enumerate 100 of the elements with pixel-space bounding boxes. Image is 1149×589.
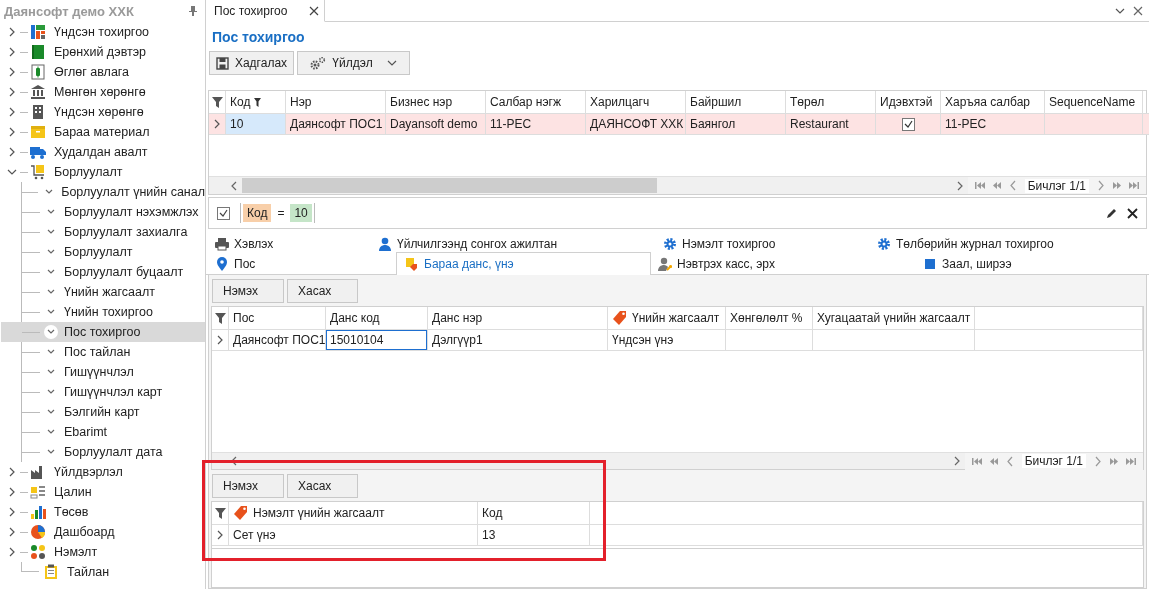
tab[interactable]: Заал, ширээ [916, 253, 1019, 274]
column-header[interactable]: Данс нэр [428, 307, 608, 330]
column-header[interactable]: Нэмэлт үнийн жагсаалт [229, 502, 478, 525]
table-cell: 13 [478, 525, 590, 546]
table-cell: Сет үнэ [229, 525, 478, 546]
expand-icon[interactable] [8, 147, 16, 157]
chevron-down-icon [47, 389, 55, 395]
tab[interactable]: Бараа данс, үнэ [396, 252, 651, 275]
chevron-down-icon [47, 429, 55, 435]
tree-item[interactable]: Мөнгөн хөрөнгө [0, 82, 205, 102]
expand-icon[interactable] [8, 107, 16, 117]
action-button[interactable]: Нэмэх [212, 279, 284, 303]
tree-item[interactable]: Борлуулалт [0, 162, 205, 182]
table-cell: Үндсэн үнэ [608, 330, 726, 351]
expand-icon[interactable] [8, 87, 16, 97]
document-tab[interactable]: Пос тохиргоо [206, 0, 326, 22]
tab[interactable]: Хэвлэх [208, 233, 371, 254]
scrollbar-thumb[interactable] [242, 178, 657, 193]
next-page-icon[interactable] [1112, 180, 1123, 191]
tree-item[interactable]: Нэмэлт [0, 542, 205, 562]
dropdown-icon[interactable] [1115, 6, 1125, 15]
tree-item[interactable]: Дашбоард [0, 522, 205, 542]
close-icon[interactable] [309, 5, 320, 16]
previous-page-icon[interactable] [990, 180, 1002, 191]
chevron-down-icon [47, 349, 55, 355]
previous-page-icon[interactable] [987, 455, 999, 467]
column-header[interactable]: Үнийн жагсаалт [608, 307, 726, 330]
checkbox[interactable] [901, 117, 915, 131]
input-field[interactable]: 15010104 [326, 330, 428, 351]
action-button[interactable]: Нэмэх [212, 474, 284, 498]
next-page-icon[interactable] [1109, 455, 1120, 467]
tree-item[interactable]: Борлуулалт захиалга [22, 222, 205, 242]
actions-menu-button[interactable]: Үйлдэл [297, 51, 410, 75]
tree-item[interactable]: Пос тохиргоо [1, 322, 205, 342]
save-button[interactable]: Хадгалах [209, 51, 294, 75]
edit-icon[interactable] [1106, 207, 1117, 219]
tree-item[interactable]: Бэлгийн карт [22, 402, 205, 422]
tree-item[interactable]: Төсөв [0, 502, 205, 522]
tree-item[interactable]: Ebarimt [22, 422, 205, 442]
tab[interactable]: Үйлчилгээнд сонгох ажилтан [371, 233, 656, 254]
tree-item[interactable]: Үндсэн тохиргоо [0, 22, 205, 42]
tree-item[interactable]: Ерөнхий дэвтэр [0, 42, 205, 62]
gears-icon [310, 56, 327, 70]
close-icon[interactable] [1127, 207, 1138, 219]
filter-field[interactable]: Код [243, 204, 272, 222]
tree-item[interactable]: Үнийн жагсаалт [22, 282, 205, 302]
tree-item[interactable]: Борлуулалт дата [22, 442, 205, 462]
tree-item[interactable]: Бараа материал [0, 122, 205, 142]
filter-checkbox[interactable] [217, 206, 230, 220]
tag-icon [612, 310, 628, 326]
expand-icon[interactable] [8, 67, 16, 77]
expand-icon[interactable] [8, 47, 16, 57]
tree-item[interactable]: Гишүүнчлэл карт [22, 382, 205, 402]
action-button[interactable]: Хасах [287, 279, 358, 303]
tree-item[interactable]: Өглөг авлага [0, 62, 205, 82]
row-indicator[interactable] [212, 525, 229, 546]
tree-item[interactable]: Гишүүнчлэл [22, 362, 205, 382]
tab[interactable]: Нэвтрэх касс, эрх [651, 253, 916, 274]
first-page-icon[interactable] [973, 180, 985, 191]
row-indicator[interactable] [209, 114, 226, 135]
expand-icon[interactable] [8, 467, 16, 477]
tree-item[interactable]: Пос тайлан [22, 342, 205, 362]
column-header[interactable]: Хугацаатай үнийн жагсаалт [813, 307, 975, 330]
last-page-icon[interactable] [1129, 180, 1140, 191]
check-icon [903, 120, 913, 128]
tag-icon [233, 505, 249, 521]
expand-icon[interactable] [8, 547, 16, 557]
expand-icon[interactable] [8, 527, 16, 537]
tree-item[interactable]: Борлуулалт үнийн санал [22, 182, 205, 202]
tree-item[interactable]: Худалдан авалт [0, 142, 205, 162]
row-indicator[interactable] [212, 330, 229, 351]
tab[interactable]: Пос [208, 253, 396, 274]
chevron-down-icon [47, 269, 55, 275]
tree-item[interactable]: Борлуулалт [22, 242, 205, 262]
expand-icon[interactable] [8, 127, 16, 137]
table-cell: Даянсофт ПОС1 [286, 114, 386, 135]
table-cell: Restaurant [786, 114, 876, 135]
tree-item[interactable]: Борлуулалт буцаалт [22, 262, 205, 282]
expand-icon[interactable] [8, 27, 16, 37]
tree-item[interactable]: Борлуулалт нэхэмжлэх [22, 202, 205, 222]
tree-item[interactable]: Үйлдвэрлэл [0, 462, 205, 482]
collapse-icon[interactable] [7, 168, 17, 176]
tree-item[interactable]: Цалин [0, 482, 205, 502]
chevron-down-icon [47, 289, 55, 295]
tree-item[interactable]: Үнийн тохиргоо [22, 302, 205, 322]
column-header[interactable]: Код [478, 502, 590, 525]
scroll-left-icon [230, 456, 238, 466]
tree-item[interactable]: Үндсэн хөрөнгө [0, 102, 205, 122]
tab[interactable]: Төлбөрийн журнал тохиргоо [870, 233, 1061, 254]
expand-icon[interactable] [8, 507, 16, 517]
table-cell: ДАЯНСОФТ ХХК [586, 114, 686, 135]
last-page-icon[interactable] [1126, 455, 1137, 467]
expand-icon[interactable] [8, 487, 16, 497]
tree-item[interactable]: Тайлан [21, 562, 205, 582]
tab[interactable]: Нэмэлт тохиргоо [656, 233, 870, 254]
filter-value[interactable]: 10 [290, 204, 312, 222]
column-header[interactable]: Хөнгөлөлт % [726, 307, 813, 330]
action-button[interactable]: Хасах [287, 474, 358, 498]
column-header[interactable]: Пос [229, 307, 326, 330]
first-page-icon[interactable] [970, 455, 982, 467]
